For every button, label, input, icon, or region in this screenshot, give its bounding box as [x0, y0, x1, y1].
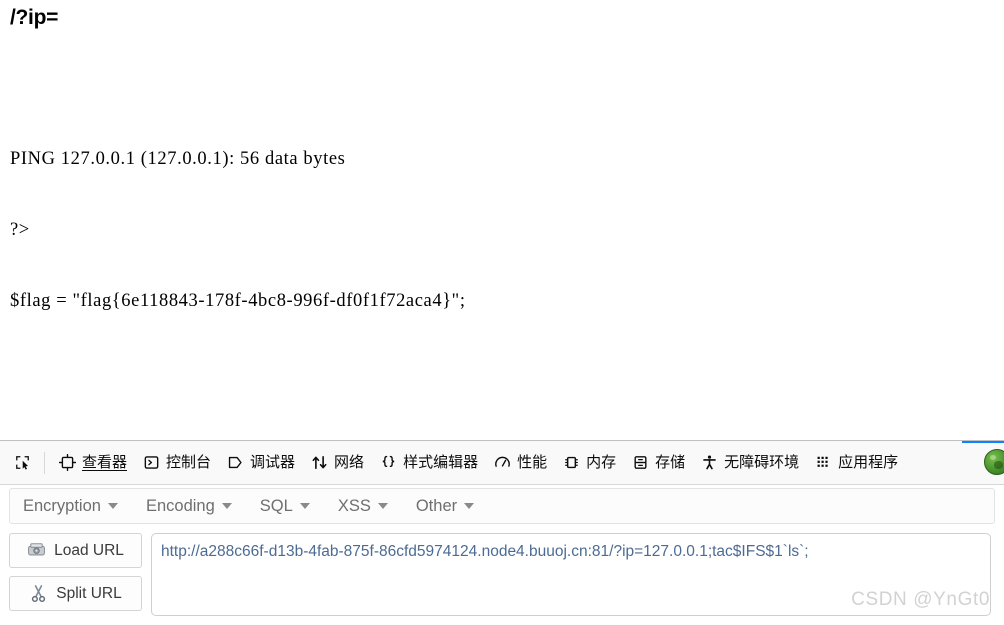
menu-xss-label: XSS [337, 496, 371, 515]
devtools-toolbar-endcap [962, 441, 1004, 484]
menu-other[interactable]: Other [416, 494, 484, 519]
application-icon [815, 454, 832, 471]
chevron-down-icon [464, 503, 475, 509]
active-tab-indicator [962, 441, 1004, 443]
code-line: $flag = "flag{6e118843-178f-4bc8-996f-df… [10, 290, 466, 311]
debugger-icon [227, 454, 244, 471]
tab-style-editor-label: 样式编辑器 [403, 454, 479, 471]
chevron-down-icon [299, 503, 310, 509]
menu-other-label: Other [415, 496, 458, 515]
chevron-down-icon [221, 503, 232, 509]
tab-performance[interactable]: 性能 [486, 441, 555, 484]
url-input[interactable] [151, 533, 991, 616]
menu-encryption[interactable]: Encryption [23, 494, 128, 519]
split-url-label: Split URL [56, 584, 122, 602]
tab-accessibility[interactable]: 无障碍环境 [693, 441, 807, 484]
code-line: PING 127.0.0.1 (127.0.0.1): 56 data byte… [10, 148, 346, 169]
toolbar-divider [44, 451, 45, 474]
browser-page-content: /?ip= PING 127.0.0.1 (127.0.0.1): 56 dat… [0, 0, 1004, 440]
menu-encryption-label: Encryption [23, 496, 101, 515]
memory-icon [563, 454, 580, 471]
tab-console-label: 控制台 [166, 454, 212, 471]
hackbar-body: Load URL Split URL [0, 524, 1004, 616]
tab-performance-label: 性能 [517, 454, 548, 471]
accessibility-icon [701, 454, 718, 471]
performance-icon [494, 454, 511, 471]
tab-debugger-label: 调试器 [250, 454, 296, 471]
style-editor-icon [380, 454, 397, 471]
storage-icon [632, 454, 649, 471]
tab-network[interactable]: 网络 [303, 441, 372, 484]
chevron-down-icon [107, 503, 118, 509]
drive-icon [27, 541, 46, 560]
php-source-output: PING 127.0.0.1 (127.0.0.1): 56 data byte… [0, 30, 1004, 440]
console-icon [143, 454, 160, 471]
hackbar-panel: Encryption Encoding SQL XSS Other Load U… [0, 485, 1004, 625]
tab-accessibility-label: 无障碍环境 [724, 454, 800, 471]
hackbar-menubar: Encryption Encoding SQL XSS Other [9, 488, 995, 524]
scissors-icon [29, 584, 48, 603]
load-url-label: Load URL [54, 541, 124, 559]
code-line: ?> [10, 219, 30, 240]
hackbar-button-column: Load URL Split URL [9, 533, 142, 611]
inspector-icon [59, 454, 76, 471]
code-spacer [10, 77, 1004, 101]
tab-debugger[interactable]: 调试器 [219, 441, 303, 484]
tab-style-editor[interactable]: 样式编辑器 [372, 441, 486, 484]
tab-console[interactable]: 控制台 [135, 441, 219, 484]
tab-network-label: 网络 [334, 454, 365, 471]
menu-sql-label: SQL [259, 496, 293, 515]
element-picker-icon [14, 454, 31, 471]
network-icon [311, 454, 328, 471]
devtools-toolbar: 查看器 控制台 调试器 网络 样式编辑器 性能 内存 存储 无障碍环境 应用程序 [0, 440, 1004, 485]
tab-inspector[interactable]: 查看器 [51, 441, 135, 484]
hackbar-turtle-icon[interactable] [984, 449, 1004, 475]
tab-inspector-label: 查看器 [82, 454, 128, 471]
page-title: /?ip= [10, 6, 59, 29]
chevron-down-icon [377, 503, 388, 509]
tab-storage[interactable]: 存储 [624, 441, 693, 484]
split-url-button[interactable]: Split URL [9, 576, 142, 611]
menu-sql[interactable]: SQL [260, 494, 320, 519]
tab-memory[interactable]: 内存 [555, 441, 624, 484]
menu-encoding[interactable]: Encoding [146, 494, 242, 519]
tab-storage-label: 存储 [655, 454, 686, 471]
menu-xss[interactable]: XSS [338, 494, 398, 519]
tab-application-label: 应用程序 [838, 454, 899, 471]
element-picker-button[interactable] [6, 448, 38, 478]
tab-application[interactable]: 应用程序 [807, 441, 906, 484]
menu-encoding-label: Encoding [145, 496, 215, 515]
load-url-button[interactable]: Load URL [9, 533, 142, 568]
tab-memory-label: 内存 [586, 454, 617, 471]
